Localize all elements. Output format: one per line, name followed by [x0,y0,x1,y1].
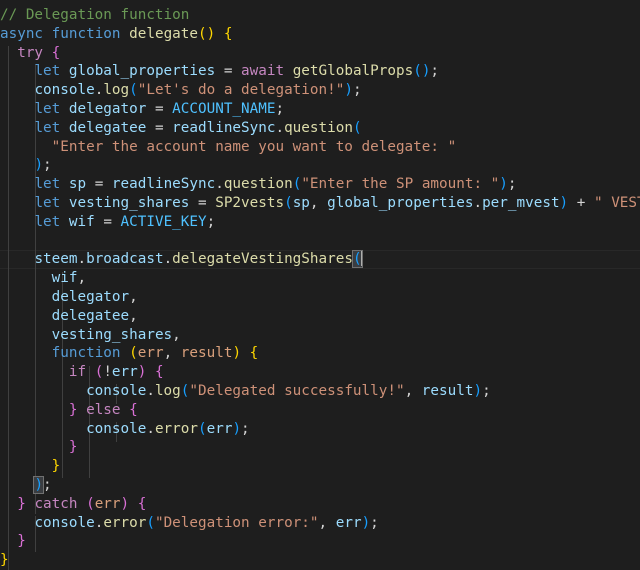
code-line-29-text: } [17,533,26,550]
code-line-27-text: } catch (err) { [17,495,147,512]
code-line-4[interactable]: let global_properties = await getGlobalP… [0,62,640,81]
code-line-7[interactable]: let delegatee = readlineSync.question( [0,119,640,138]
code-line-11[interactable]: let vesting_shares = SP2vests(sp, global… [0,194,640,213]
code-line-20[interactable]: if (!err) { [0,363,640,382]
code-line-27[interactable]: } catch (err) { [0,495,640,514]
code-line-13[interactable] [0,232,640,251]
code-line-21[interactable]: console.log("Delegated successfully!", r… [0,382,640,401]
code-line-7-text: let delegatee = readlineSync.question( [34,119,362,136]
code-line-30-text: } [0,552,9,569]
code-line-12-text: let wif = ACTIVE_KEY; [34,213,216,230]
code-editor-surface[interactable]: // Delegation function async function de… [0,0,640,570]
code-line-24-text: } [68,439,78,456]
code-line-11-text: let vesting_shares = SP2vests(sp, global… [34,194,640,211]
code-line-22[interactable]: } else { [0,401,640,420]
code-line-22-text: } else { [68,401,138,418]
code-line-12[interactable]: let wif = ACTIVE_KEY; [0,213,640,232]
code-line-18[interactable]: vesting_shares, [0,326,640,345]
code-line-21-text: console.log("Delegated successfully!", r… [86,382,491,399]
code-line-28-text: console.error("Delegation error:", err); [34,514,379,531]
code-line-9[interactable]: ); [0,156,640,175]
code-line-17[interactable]: delegatee, [0,307,640,326]
code-line-26-text: ); [33,475,52,494]
code-line-6[interactable]: let delegator = ACCOUNT_NAME; [0,100,640,119]
code-line-16-text: delegator, [51,288,138,305]
code-line-13-text [0,233,9,249]
code-line-10[interactable]: let sp = readlineSync.question("Enter th… [0,175,640,194]
code-line-8-text: "Enter the account name you want to dele… [51,138,457,155]
code-line-6-text: let delegator = ACCOUNT_NAME; [34,100,285,117]
code-line-15[interactable]: wif, [0,269,640,288]
code-line-29[interactable]: } [0,532,640,551]
code-line-15-text: wif, [51,270,87,287]
code-line-25-text: } [51,458,61,475]
code-line-26[interactable]: ); [0,475,640,495]
code-line-10-text: let sp = readlineSync.question("Enter th… [34,176,517,193]
code-line-3[interactable]: try { [0,44,640,63]
code-line-28[interactable]: console.error("Delegation error:", err); [0,514,640,533]
code-line-14-text: steem.broadcast.delegateVestingShares( [34,250,363,269]
code-line-24[interactable]: } [0,438,640,457]
code-line-4-text: let global_properties = await getGlobalP… [34,63,440,80]
code-line-17-text: delegatee, [51,307,138,324]
code-line-14[interactable]: steem.broadcast.delegateVestingShares( [0,250,640,270]
code-line-20-text: if (!err) { [68,364,164,381]
code-line-8[interactable]: "Enter the account name you want to dele… [0,138,640,157]
code-line-19[interactable]: function (err, result) { [0,344,640,363]
code-line-2[interactable]: async function delegate() { [0,25,640,44]
code-line-5[interactable]: console.log("Let's do a delegation!"); [0,81,640,100]
code-line-23[interactable]: console.error(err); [0,420,640,439]
code-line-1[interactable]: // Delegation function [0,6,640,25]
code-line-18-text: vesting_shares, [51,326,181,343]
code-line-1-text: // Delegation function [0,7,190,23]
code-line-5-text: console.log("Let's do a delegation!"); [34,82,362,99]
text-caret [360,251,362,267]
code-line-23-text: console.error(err); [86,420,250,437]
code-line-2-text: async function delegate() { [0,25,233,42]
code-line-25[interactable]: } [0,457,640,476]
code-line-9-text: ); [34,157,52,174]
code-line-16[interactable]: delegator, [0,288,640,307]
code-line-19-text: function (err, result) { [51,345,259,362]
code-line-30[interactable]: } [0,551,640,570]
matching-bracket: ) [33,475,45,494]
code-line-3-text: try { [17,44,61,61]
